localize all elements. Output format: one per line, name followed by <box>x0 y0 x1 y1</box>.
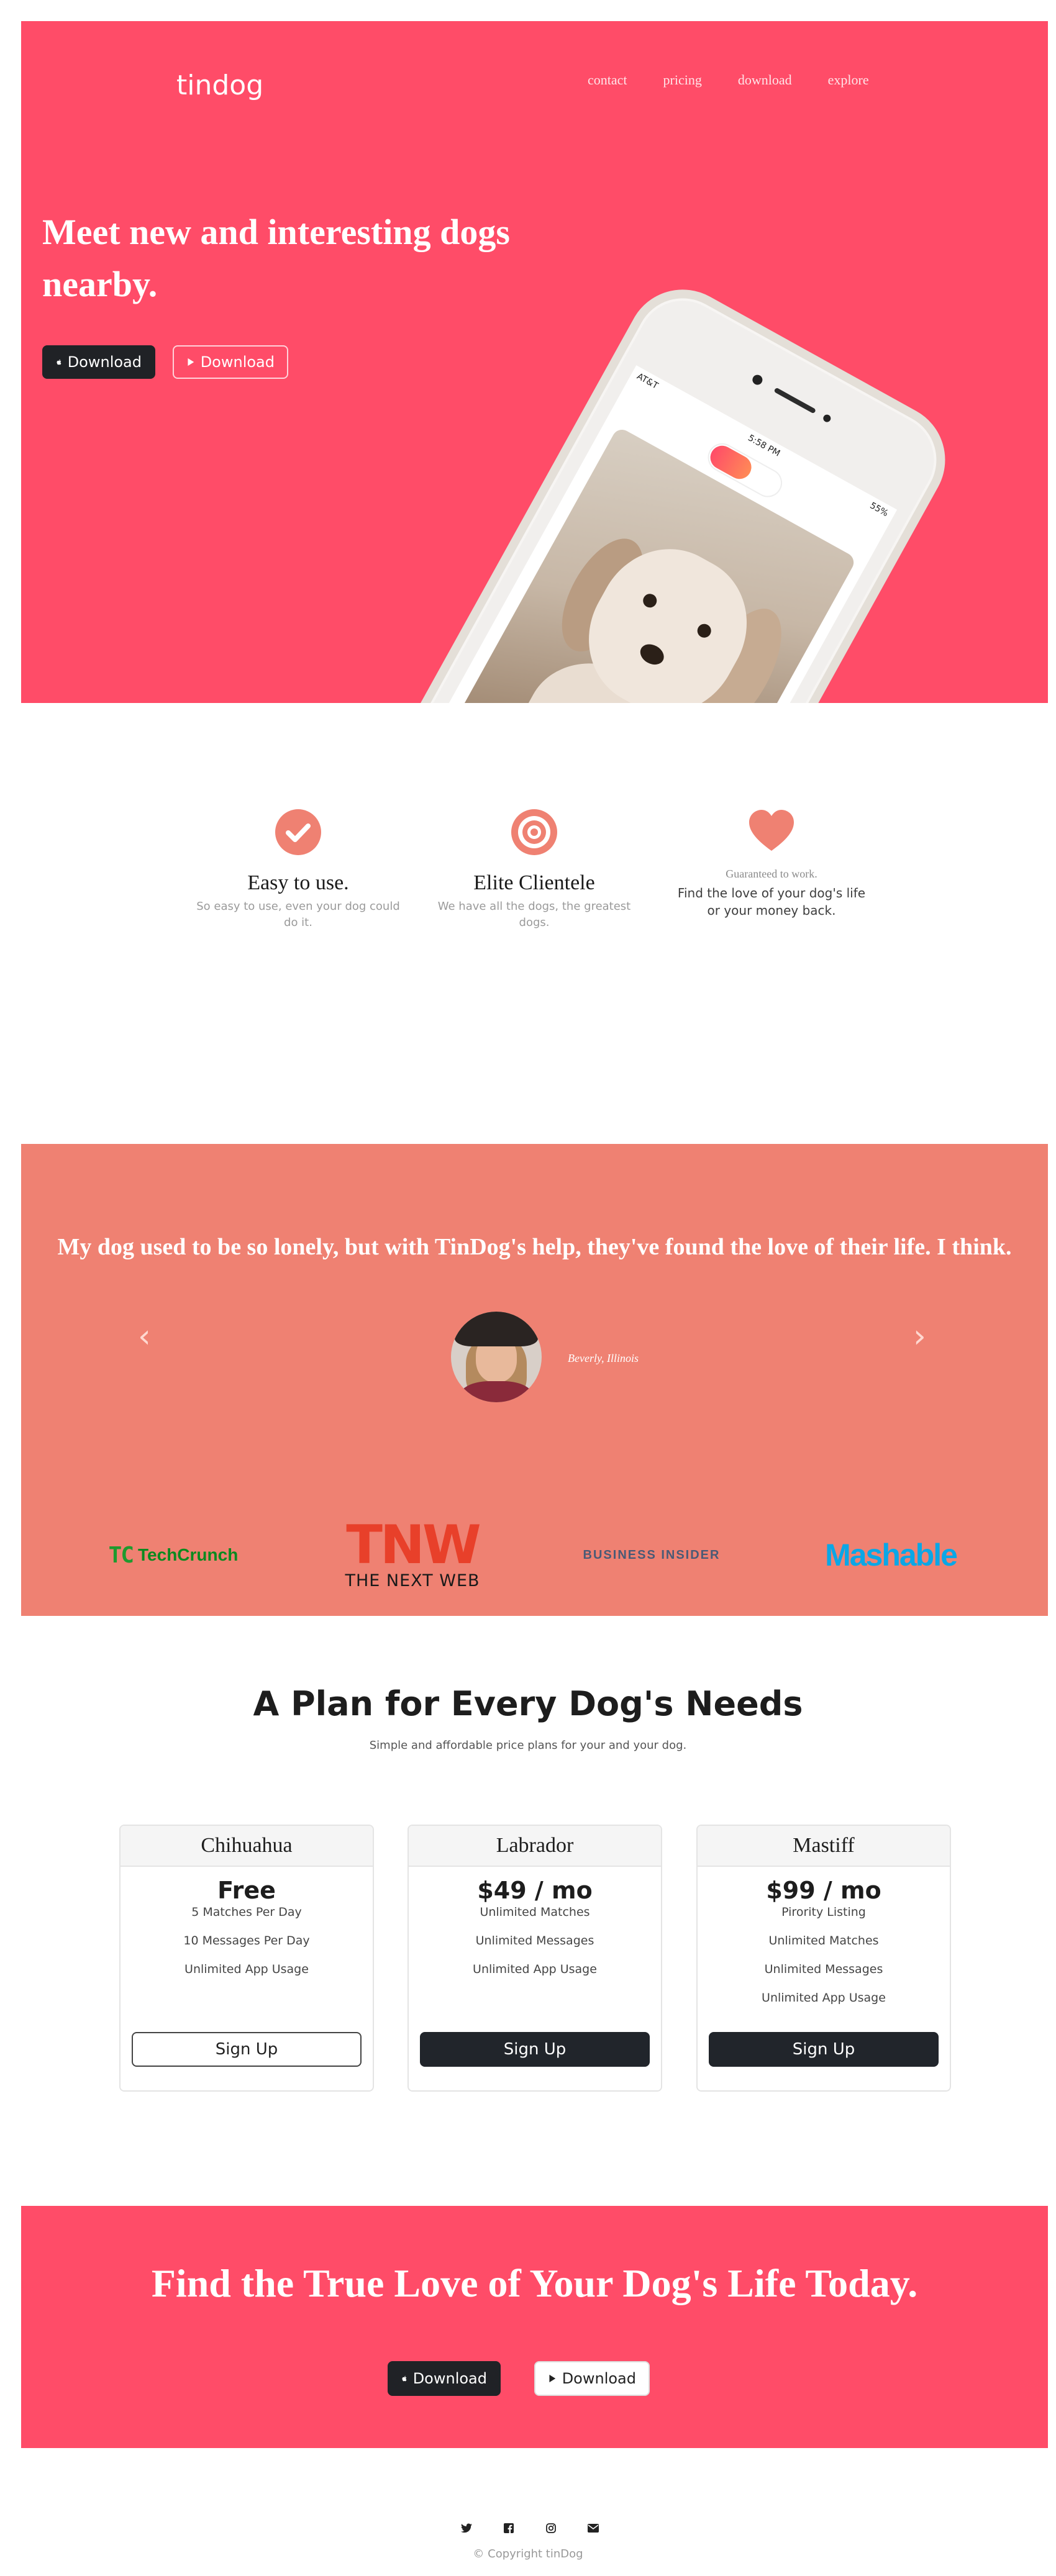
cta-section: Find the True Love of Your Dog's Life To… <box>21 2206 1048 2448</box>
plan-card-mastiff: Mastiff $99 / mo Pirority Listing Unlimi… <box>696 1825 951 2092</box>
toggle-active-half <box>706 441 756 484</box>
feature-guaranteed: Guaranteed to work. Find the love of you… <box>666 809 877 919</box>
mashable-wordmark: Mashable <box>825 1538 958 1572</box>
facebook-icon[interactable] <box>502 2521 516 2535</box>
plan-name: Labrador <box>409 1826 661 1867</box>
testimonial-avatar <box>451 1312 542 1402</box>
plan-price: Free <box>217 1877 276 1904</box>
plan-feature: Unlimited Matches <box>480 1905 590 1919</box>
feature-title: Easy to use. <box>247 871 349 894</box>
plan-price: $99 / mo <box>766 1877 881 1904</box>
phone-sensor <box>822 413 832 424</box>
apple-download-label: Download <box>412 2370 487 2387</box>
play-store-icon <box>188 358 194 366</box>
testimonial-author: Beverly, Illinois <box>568 1352 639 1364</box>
apple-icon <box>402 2375 407 2382</box>
plan-name: Chihuahua <box>121 1826 373 1867</box>
press-logo-mashable: Mashable <box>810 1518 972 1592</box>
page: tindog contact pricing download explore … <box>0 0 1056 2576</box>
envelope-icon[interactable] <box>586 2521 600 2535</box>
feature-text: We have all the dogs, the greatest dogs. <box>437 900 631 929</box>
techcrunch-wordmark: TechCrunch <box>138 1545 239 1564</box>
phone-battery: 55% <box>868 501 890 519</box>
feature-title: Elite Clientele <box>473 871 595 894</box>
features-section: Easy to use. So easy to use, even your d… <box>0 703 1056 1144</box>
plan-feature: 10 Messages Per Day <box>183 1934 310 1948</box>
testimonial-quote: My dog used to be so lonely, but with Ti… <box>57 1234 1012 1260</box>
avatar-hat <box>455 1312 538 1346</box>
nav-link-explore[interactable]: explore <box>828 72 869 88</box>
feature-title: Guaranteed to work. <box>726 868 817 880</box>
tnw-mark: TNW <box>346 1513 481 1576</box>
pricing-section: A Plan for Every Dog's Needs Simple and … <box>0 1616 1056 2206</box>
feature-easy: Easy to use. So easy to use, even your d… <box>193 809 404 931</box>
sign-up-button[interactable]: Sign Up <box>420 2032 650 2067</box>
play-download-label: Download <box>200 353 275 371</box>
plan-features: Pirority Listing Unlimited Matches Unlim… <box>698 1904 950 2012</box>
plan-feature: Unlimited App Usage <box>762 1991 886 2005</box>
pricing-subtitle: Simple and affordable price plans for yo… <box>369 1739 687 1752</box>
nav-link-contact[interactable]: contact <box>588 72 627 88</box>
nav-link-pricing[interactable]: pricing <box>663 72 702 88</box>
plan-features: 5 Matches Per Day 10 Messages Per Day Un… <box>121 1904 373 1984</box>
brand-logo[interactable]: tindog <box>176 70 263 101</box>
carousel-prev-icon[interactable]: ‹ <box>138 1318 151 1355</box>
heart-icon <box>749 810 794 851</box>
hero-phone-image: AT&T 5:58 PM 55% ↻ <box>305 270 965 703</box>
apple-download-button[interactable]: Download <box>42 345 155 379</box>
plan-feature: Unlimited Messages <box>764 1962 883 1976</box>
press-logo-business-insider: BUSINESS INSIDER <box>580 1518 723 1592</box>
phone-carrier: AT&T <box>635 371 660 391</box>
plan-features: Unlimited Matches Unlimited Messages Unl… <box>409 1904 661 1984</box>
pricing-title: A Plan for Every Dog's Needs <box>253 1684 803 1723</box>
top-nav: contact pricing download explore <box>588 72 905 88</box>
plan-feature: Unlimited Messages <box>475 1934 594 1948</box>
plan-feature: Unlimited Matches <box>768 1934 879 1948</box>
footer: © Copyright tinDog <box>0 2448 1056 2576</box>
testimonial-section: ‹ › My dog used to be so lonely, but wit… <box>21 1144 1048 1616</box>
apple-icon <box>57 359 61 365</box>
feature-elite: Elite Clientele We have all the dogs, th… <box>429 809 640 931</box>
business-insider-wordmark: BUSINESS INSIDER <box>583 1548 721 1562</box>
feature-text: So easy to use, even your dog could do i… <box>196 900 400 929</box>
plan-card-labrador: Labrador $49 / mo Unlimited Matches Unli… <box>407 1825 662 2092</box>
phone-camera <box>750 373 765 387</box>
press-logo-tnw: TNW THE NEXT WEB <box>332 1518 493 1592</box>
hero-section: tindog contact pricing download explore … <box>21 21 1048 703</box>
twitter-icon[interactable] <box>460 2521 473 2535</box>
press-logo-techcrunch: TC TechCrunch <box>96 1518 251 1592</box>
social-links <box>460 2521 600 2535</box>
plan-feature: Unlimited App Usage <box>184 1962 309 1976</box>
instagram-icon[interactable] <box>544 2521 558 2535</box>
play-download-button[interactable]: Download <box>173 345 288 379</box>
carousel-next-icon[interactable]: › <box>913 1318 926 1355</box>
techcrunch-mark: TC <box>108 1542 134 1568</box>
apple-download-button[interactable]: Download <box>388 2361 501 2396</box>
hero-title: Meet new and interesting dogs nearby. <box>42 212 510 304</box>
sign-up-button[interactable]: Sign Up <box>132 2032 362 2067</box>
plan-feature: Unlimited App Usage <box>473 1962 597 1976</box>
bullseye-icon <box>511 809 557 855</box>
play-download-button[interactable]: Download <box>534 2361 650 2396</box>
apple-download-label: Download <box>67 353 142 371</box>
play-download-label: Download <box>562 2370 636 2387</box>
sign-up-button[interactable]: Sign Up <box>709 2032 939 2067</box>
feature-text: Find the love of your dog's life or your… <box>677 886 866 918</box>
phone-speaker <box>773 387 817 414</box>
tnw-wordmark: THE NEXT WEB <box>345 1571 480 1590</box>
hero-download-buttons: Download Download <box>42 345 288 379</box>
check-circle-icon <box>275 809 321 855</box>
copyright-text: © Copyright tinDog <box>473 2547 583 2560</box>
plan-price: $49 / mo <box>477 1877 593 1904</box>
cta-title: Find the True Love of Your Dog's Life To… <box>151 2261 918 2305</box>
plan-feature: Pirority Listing <box>781 1905 866 1919</box>
phone-screen: AT&T 5:58 PM 55% ↻ <box>335 365 898 703</box>
avatar-body <box>460 1381 533 1402</box>
cta-download-buttons: Download Download <box>388 2361 650 2396</box>
plan-name: Mastiff <box>698 1826 950 1867</box>
nav-link-download[interactable]: download <box>738 72 792 88</box>
plan-card-chihuahua: Chihuahua Free 5 Matches Per Day 10 Mess… <box>119 1825 374 2092</box>
plan-feature: 5 Matches Per Day <box>191 1905 302 1919</box>
play-store-icon <box>549 2374 556 2383</box>
